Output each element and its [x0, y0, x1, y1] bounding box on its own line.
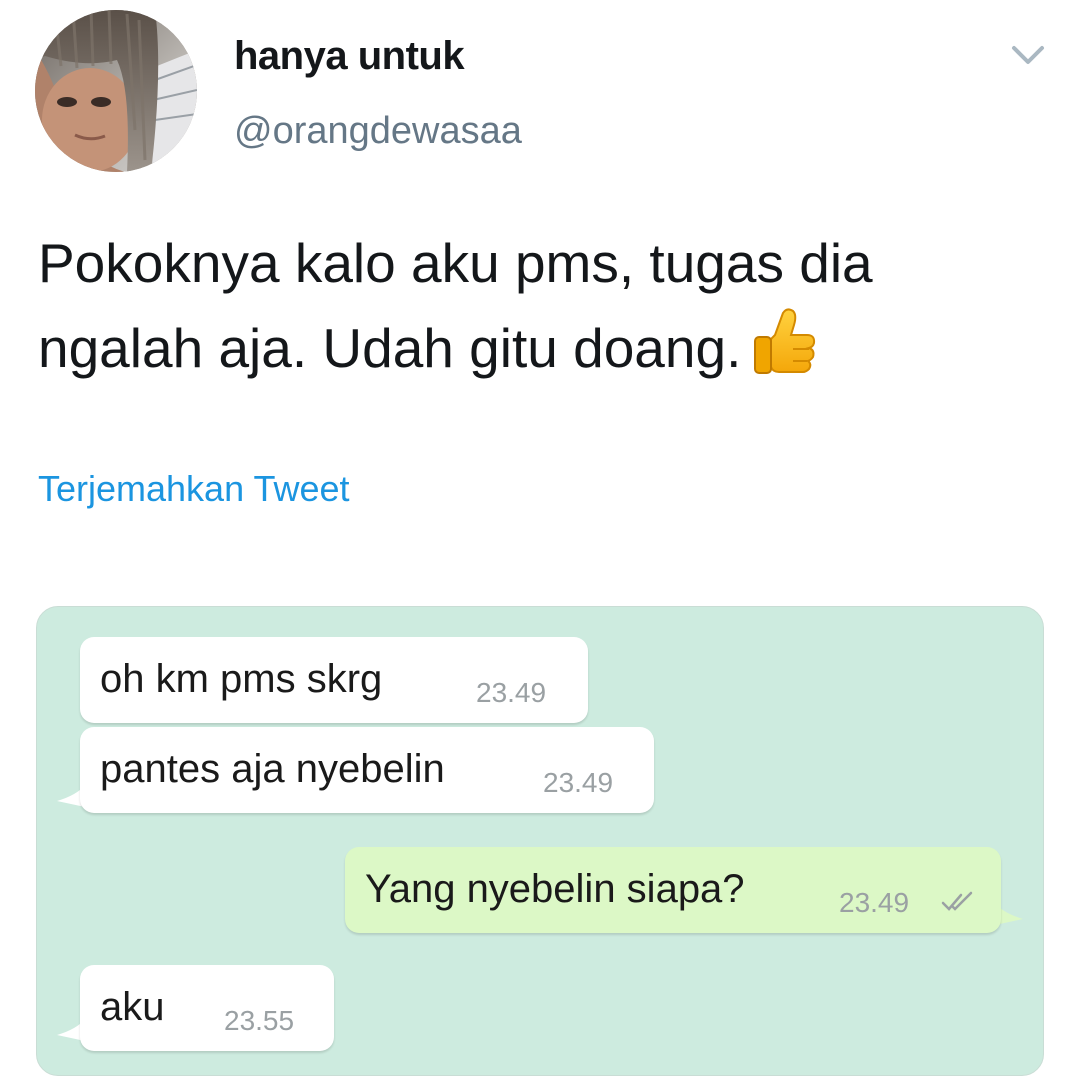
- display-name[interactable]: hanya untuk: [234, 34, 465, 79]
- message-time: 23.55: [224, 1005, 295, 1036]
- user-handle[interactable]: @orangdewasaa: [234, 110, 522, 153]
- avatar[interactable]: [35, 10, 197, 172]
- double-check-icon: [941, 891, 973, 911]
- avatar-image: [35, 10, 197, 172]
- tweet-body: Pokoknya kalo aku pms, tugas dia ngalah …: [38, 232, 873, 379]
- chevron-down-icon[interactable]: [1010, 40, 1046, 70]
- message-text: Yang nyebelin siapa?: [365, 867, 745, 911]
- chat-bubble-incoming: aku 23.55: [80, 965, 334, 1051]
- chat-bubble-outgoing: Yang nyebelin siapa? 23.49: [345, 847, 1001, 933]
- message-text: oh km pms skrg: [100, 657, 383, 701]
- message-text: aku: [100, 985, 165, 1029]
- message-text: pantes aja nyebelin: [100, 747, 445, 791]
- message-time: 23.49: [543, 767, 614, 798]
- translate-tweet-link[interactable]: Terjemahkan Tweet: [38, 468, 350, 510]
- tweet-media-chat-screenshot[interactable]: oh km pms skrg 23.49 pantes aja nyebelin…: [36, 606, 1044, 1076]
- chat-bubble-incoming: pantes aja nyebelin 23.49: [80, 727, 654, 813]
- chat-bubble-incoming: oh km pms skrg 23.49: [80, 637, 588, 723]
- thumbs-up-icon: [749, 305, 821, 400]
- tweet-text: Pokoknya kalo aku pms, tugas dia ngalah …: [38, 222, 1048, 400]
- message-time: 23.49: [476, 677, 547, 708]
- message-time: 23.49: [839, 887, 910, 918]
